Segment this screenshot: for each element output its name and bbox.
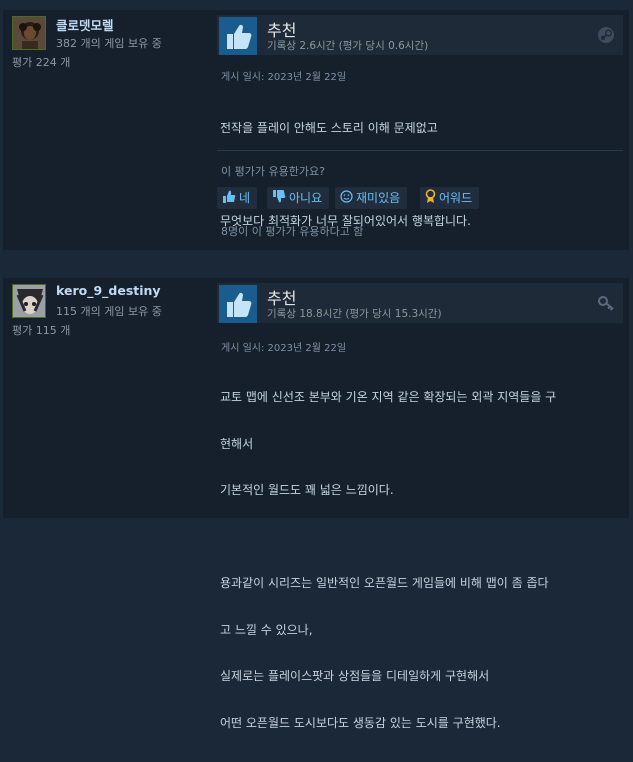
helpful-question: 이 평가가 유용한가요?	[221, 165, 325, 178]
thumbs-up-icon	[222, 188, 236, 210]
smiley-icon	[340, 188, 353, 210]
steam-icon	[597, 26, 615, 44]
author-name[interactable]: 클로뎃모렐	[56, 15, 114, 34]
posted-date: 게시 일시: 2023년 2월 22일	[221, 72, 347, 83]
review-line: 현해서	[220, 436, 254, 451]
author-avatar[interactable]	[12, 284, 46, 318]
author-avatar[interactable]	[12, 16, 46, 50]
review-card: 클로뎃모렐 382 개의 게임 보유 중 평가 224 개 추천 기록상 2.6…	[3, 10, 629, 250]
award-button[interactable]: 어워드	[420, 187, 480, 210]
author-games-owned[interactable]: 382 개의 게임 보유 중	[56, 35, 162, 51]
author-review-count[interactable]: 평가 224 개	[12, 54, 70, 70]
review-line	[220, 530, 610, 546]
review-card: kero_9_destiny 115 개의 게임 보유 중 평가 115 개 추…	[3, 278, 629, 730]
vote-funny-button[interactable]: 재미있음	[335, 187, 408, 210]
vote-funny-label: 재미있음	[356, 191, 401, 205]
award-icon	[425, 188, 436, 210]
thumbs-down-icon	[272, 188, 286, 210]
thumbs-up-icon	[219, 17, 257, 55]
author-games-owned[interactable]: 115 개의 게임 보유 중	[56, 303, 162, 319]
vote-no-button[interactable]: 아니요	[267, 187, 330, 210]
vote-yes-label: 네	[239, 191, 251, 205]
divider	[217, 150, 623, 151]
vote-no-label: 아니요	[289, 191, 323, 205]
review-line: 실제로는 플레이스팟과 상점들을 디테일하게 구현해서	[220, 669, 490, 683]
author-review-count[interactable]: 평가 115 개	[12, 322, 70, 338]
review-header: 추천 기록상 18.8시간 (평가 당시 15.3시간)	[217, 283, 623, 323]
key-icon	[597, 294, 615, 312]
thumbs-up-icon	[219, 285, 257, 323]
review-line: 기본적인 월드도 꽤 넓은 느낌이다.	[220, 483, 394, 497]
review-content: 교토 맵에 신선조 본부와 기온 지역 같은 확장되는 외곽 지역들을 구 현해…	[220, 359, 610, 762]
review-header: 추천 기록상 2.6시간 (평가 당시 0.6시간)	[217, 15, 623, 55]
review-hours: 기록상 2.6시간 (평가 당시 0.6시간)	[267, 40, 429, 52]
review-hours: 기록상 18.8시간 (평가 당시 15.3시간)	[267, 308, 442, 320]
review-line: 용과같이 시리즈는 일반적인 오픈월드 게임들에 비해 맵이 좀 좁다	[220, 576, 549, 590]
review-line: 교토 맵에 신선조 본부와 기온 지역 같은 확장되는 외곽 지역들을 구	[220, 390, 557, 404]
award-label: 어워드	[439, 191, 473, 205]
review-line: 고 느낄 수 있으나,	[220, 622, 313, 637]
review-line: 어떤 오픈월드 도시보다도 생동감 있는 도시를 구현했다.	[220, 715, 501, 730]
review-line: 전작을 플레이 안해도 스토리 이해 문제없고	[220, 121, 438, 135]
vote-yes-button[interactable]: 네	[217, 187, 258, 210]
helpful-count: 8명이 이 평가가 유용하다고 함	[221, 225, 364, 238]
author-name[interactable]: kero_9_destiny	[56, 283, 161, 298]
posted-date: 게시 일시: 2023년 2월 22일	[221, 343, 347, 354]
